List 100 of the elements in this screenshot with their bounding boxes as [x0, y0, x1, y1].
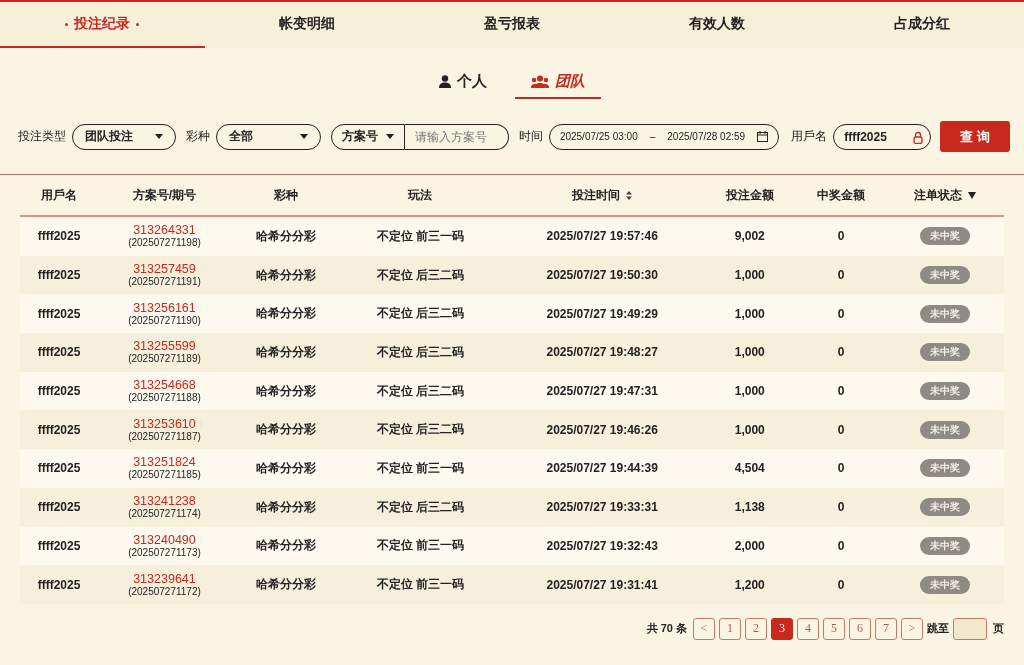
- page-button[interactable]: 7: [875, 617, 897, 640]
- bet-type-label: 投注类型: [18, 128, 66, 145]
- table-cell: 1,000: [704, 410, 796, 450]
- plan-number-link[interactable]: 313264331: [98, 223, 231, 238]
- table-cell: 2025/07/27 19:49:29: [500, 294, 705, 334]
- table-cell: 9,002: [704, 216, 796, 256]
- status-badge: 未中奖: [920, 459, 971, 478]
- table-cell: ffff2025: [20, 487, 99, 527]
- status-badge: 未中奖: [920, 382, 971, 401]
- table-cell: 不定位 后三二码: [340, 255, 501, 295]
- issue-number: (202507271189): [127, 353, 202, 366]
- status-badge: 未中奖: [920, 304, 971, 323]
- filter-icon[interactable]: [968, 191, 977, 199]
- caret-icon: [155, 134, 164, 139]
- table-cell: 0: [795, 410, 887, 450]
- plan-number-link[interactable]: 313255599: [98, 339, 231, 354]
- page-suffix: 页: [993, 621, 1004, 637]
- username-field[interactable]: ffff2025: [833, 123, 932, 150]
- page-button[interactable]: <: [693, 617, 715, 640]
- table-cell: 0: [795, 333, 887, 372]
- plan-number-link[interactable]: 313253610: [98, 416, 231, 431]
- plan-number-link[interactable]: 313256161: [98, 300, 231, 315]
- plan-number-link[interactable]: 313257459: [98, 262, 231, 277]
- scope-tab[interactable]: 团队: [515, 70, 601, 99]
- plan-number-link[interactable]: 313240490: [98, 532, 231, 547]
- table-cell: 不定位 后三二码: [340, 333, 501, 372]
- issue-number: (202507271173): [127, 546, 202, 559]
- table-cell: 不定位 前三一码: [340, 449, 501, 488]
- table-cell: 2025/07/27 19:44:39: [500, 449, 705, 488]
- table-cell: ffff2025: [20, 255, 99, 295]
- table-cell: 不定位 后三二码: [340, 487, 501, 527]
- table-cell: 哈希分分彩: [230, 487, 341, 527]
- table-cell: 2025/07/27 19:46:26: [500, 410, 705, 450]
- table-cell: 哈希分分彩: [230, 333, 341, 372]
- page-button[interactable]: 4: [797, 617, 819, 640]
- table-cell: 2025/07/27 19:50:30: [500, 255, 705, 295]
- nav-tab[interactable]: 占成分红: [819, 2, 1024, 48]
- table-cell: 1,000: [704, 333, 796, 372]
- table-cell: ffff2025: [20, 565, 99, 604]
- table-cell: ffff2025: [20, 333, 99, 372]
- status-badge: 未中奖: [920, 266, 971, 285]
- lock-icon: [913, 130, 924, 144]
- nav-tab[interactable]: 盈亏报表: [409, 2, 615, 48]
- table-cell: 不定位 后三二码: [340, 294, 501, 334]
- scope-tab[interactable]: 个人: [423, 70, 503, 99]
- issue-number: (202507271187): [127, 430, 202, 443]
- calendar-icon: [757, 131, 769, 142]
- table-cell: ffff2025: [20, 410, 99, 450]
- plan-number-link[interactable]: 313254668: [98, 378, 231, 393]
- table-cell: 1,138: [704, 487, 796, 527]
- page-button[interactable]: 6: [849, 617, 871, 640]
- table-cell: 哈希分分彩: [230, 565, 341, 604]
- page-button[interactable]: 3: [771, 617, 793, 640]
- column-header[interactable]: 投注时间: [572, 186, 621, 204]
- table-cell: 哈希分分彩: [230, 371, 341, 411]
- page-button[interactable]: 5: [823, 617, 845, 640]
- table-cell: 0: [795, 216, 887, 256]
- table-cell: 不定位 后三二码: [340, 371, 501, 411]
- table-cell: 哈希分分彩: [230, 216, 341, 256]
- table-cell: 不定位 前三一码: [340, 526, 501, 566]
- table-cell: 不定位 后三二码: [340, 410, 501, 450]
- table-cell: 2025/07/27 19:33:31: [500, 487, 705, 527]
- table-cell: 1,000: [704, 255, 796, 295]
- column-header[interactable]: 注单状态: [914, 186, 963, 204]
- table-cell: 2025/07/27 19:32:43: [500, 526, 705, 566]
- issue-number: (202507271172): [127, 585, 202, 598]
- plan-number-link[interactable]: 313239641: [98, 571, 231, 586]
- table-cell: 哈希分分彩: [230, 410, 341, 450]
- page-button[interactable]: 2: [745, 617, 767, 640]
- status-badge: 未中奖: [920, 343, 971, 362]
- status-badge: 未中奖: [920, 536, 971, 555]
- plan-number-link[interactable]: 313241238: [98, 494, 231, 509]
- nav-tab[interactable]: 帐变明细: [204, 2, 410, 48]
- plan-input[interactable]: 请输入方案号: [404, 123, 509, 150]
- table-cell: 1,200: [704, 565, 796, 604]
- query-button[interactable]: 查 询: [940, 121, 1010, 152]
- nav-tab[interactable]: 有效人数: [614, 2, 820, 48]
- table-cell: 不定位 前三一码: [340, 565, 501, 604]
- table-cell: 0: [795, 255, 887, 295]
- issue-number: (202507271174): [127, 508, 202, 521]
- table-cell: 2025/07/27 19:47:31: [500, 371, 705, 411]
- page-button[interactable]: >: [901, 617, 923, 640]
- status-badge: 未中奖: [920, 227, 971, 246]
- lottery-select[interactable]: 全部: [216, 123, 321, 150]
- sort-icon[interactable]: [626, 190, 633, 200]
- table-cell: 1,000: [704, 371, 796, 411]
- table-cell: 哈希分分彩: [230, 255, 341, 295]
- table-cell: 0: [795, 487, 887, 527]
- table-cell: 哈希分分彩: [230, 294, 341, 334]
- table-cell: ffff2025: [20, 294, 99, 334]
- issue-number: (202507271188): [127, 392, 202, 405]
- page-input[interactable]: [953, 617, 987, 640]
- bet-type-select[interactable]: 团队投注: [72, 123, 177, 150]
- plan-number-link[interactable]: 313251824: [98, 455, 231, 470]
- status-badge: 未中奖: [920, 498, 971, 517]
- nav-tab[interactable]: 投注纪录: [0, 2, 205, 48]
- table-cell: 4,504: [704, 449, 796, 488]
- page-button[interactable]: 1: [719, 617, 741, 640]
- issue-number: (202507271198): [127, 237, 202, 250]
- issue-number: (202507271191): [127, 276, 202, 289]
